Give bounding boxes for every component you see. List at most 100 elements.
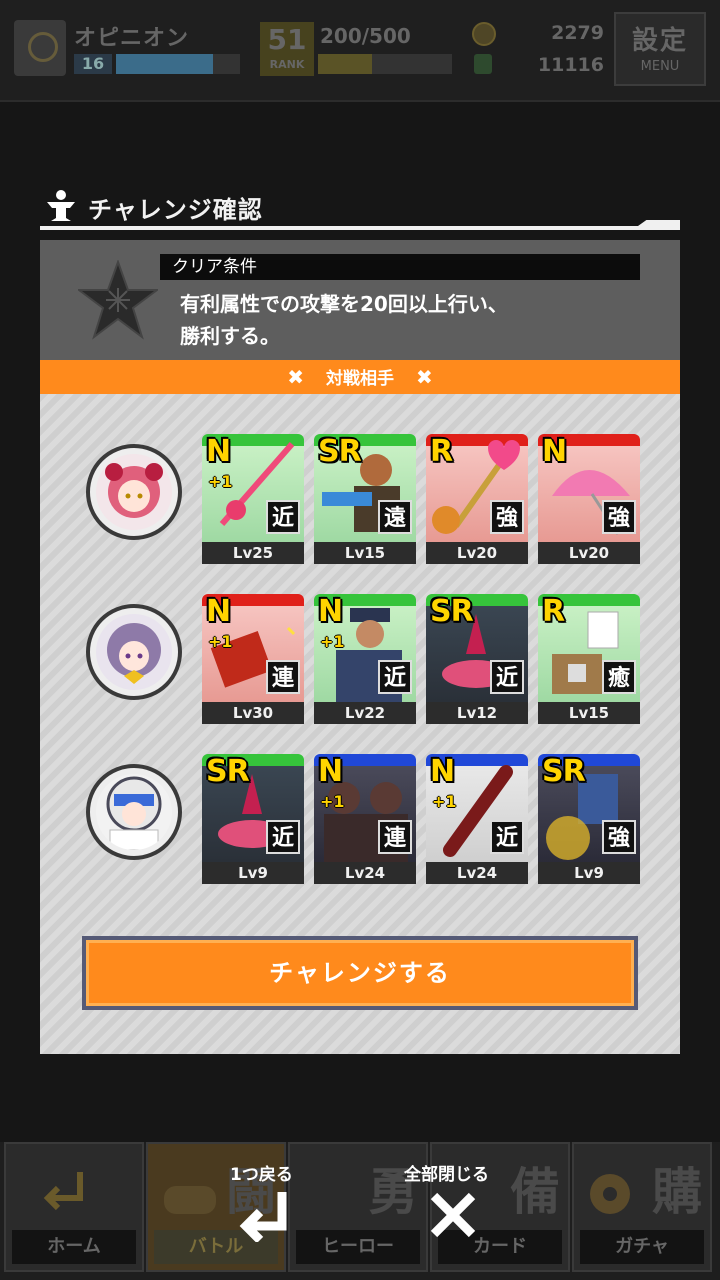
status-bar: オピニオン 16 51 RANK 200/500 2279 11116 設定 M… bbox=[0, 0, 720, 102]
opponent-card[interactable]: SR 遠 Lv15 bbox=[314, 434, 416, 564]
close-icon[interactable] bbox=[428, 1190, 478, 1240]
nav-home[interactable]: ホーム bbox=[4, 1142, 144, 1272]
card-level: Lv30 bbox=[202, 702, 304, 724]
opponent-card[interactable]: N +1 連 Lv30 bbox=[202, 594, 304, 724]
clear-condition-label: クリア条件 bbox=[160, 254, 640, 280]
card-plus: +1 bbox=[208, 472, 233, 491]
player-avatar[interactable] bbox=[14, 20, 66, 76]
return-icon bbox=[43, 1172, 83, 1211]
lightbulb-icon bbox=[28, 32, 58, 62]
opponents-header: ✖ 対戦相手 ✖ bbox=[40, 360, 680, 394]
close-all-label: 全部閉じる bbox=[404, 1165, 489, 1185]
challenge-button[interactable]: チャレンジする bbox=[82, 936, 638, 1010]
card-type: 強 bbox=[602, 820, 636, 854]
card-plus: +1 bbox=[208, 632, 233, 651]
opponent-card[interactable]: N 強 Lv20 bbox=[538, 434, 640, 564]
card-type: 近 bbox=[490, 660, 524, 694]
card-rarity: N bbox=[318, 754, 343, 789]
rank-badge: 51 RANK bbox=[260, 22, 314, 76]
card-level: Lv15 bbox=[538, 702, 640, 724]
card-rarity: N bbox=[430, 754, 455, 789]
nav-hero-label: ヒーロー bbox=[296, 1230, 420, 1264]
card-rarity: SR bbox=[542, 754, 586, 789]
nav-card-kanji: 備 bbox=[510, 1163, 560, 1221]
card-rarity: N bbox=[318, 594, 343, 629]
nav-gacha-kanji: 購 bbox=[652, 1163, 702, 1221]
cross-icon: ✖ bbox=[287, 365, 304, 389]
opponent-card[interactable]: SR 強 Lv9 bbox=[538, 754, 640, 884]
opponent-card[interactable]: N +1 近 Lv22 bbox=[314, 594, 416, 724]
astronaut-girl-portrait bbox=[96, 774, 172, 850]
nav-gacha-label: ガチャ bbox=[580, 1230, 704, 1264]
player-level: 16 bbox=[74, 54, 112, 74]
player-name: オピニオン bbox=[74, 26, 190, 51]
opponent-portrait-3[interactable] bbox=[86, 764, 182, 860]
purple-haired-girl-portrait bbox=[96, 614, 172, 690]
card-level: Lv22 bbox=[314, 702, 416, 724]
opponent-card[interactable]: N +1 連 Lv24 bbox=[314, 754, 416, 884]
card-type: 連 bbox=[378, 820, 412, 854]
back-one-label: 1つ戻る bbox=[230, 1165, 293, 1185]
menu-button-label: MENU bbox=[640, 59, 680, 74]
card-type: 近 bbox=[490, 820, 524, 854]
card-type: 近 bbox=[378, 660, 412, 694]
card-level: Lv12 bbox=[426, 702, 528, 724]
card-rarity: SR bbox=[318, 434, 362, 469]
opponent-card[interactable]: R 強 Lv20 bbox=[426, 434, 528, 564]
gem-icon bbox=[474, 54, 492, 74]
cross-icon: ✖ bbox=[416, 365, 433, 389]
opponent-card[interactable]: R 癒 Lv15 bbox=[538, 594, 640, 724]
card-level: Lv20 bbox=[426, 542, 528, 564]
stamina-text: 200/500 bbox=[320, 24, 411, 48]
back-arrow-icon[interactable] bbox=[238, 1186, 298, 1242]
title-underline bbox=[40, 226, 680, 230]
rank-label: RANK bbox=[269, 58, 305, 71]
card-type: 癒 bbox=[602, 660, 636, 694]
opponent-card[interactable]: N +1 近 Lv24 bbox=[426, 754, 528, 884]
card-level: Lv9 bbox=[202, 862, 304, 884]
opponent-card[interactable]: N +1 近 Lv25 bbox=[202, 434, 304, 564]
coin-icon bbox=[472, 22, 496, 46]
opponent-portrait-1[interactable] bbox=[86, 444, 182, 540]
gamepad-icon bbox=[164, 1186, 216, 1214]
menu-button-kanji: 設定 bbox=[631, 26, 688, 56]
card-type: 近 bbox=[266, 820, 300, 854]
card-rarity: R bbox=[430, 434, 453, 469]
card-type: 強 bbox=[602, 500, 636, 534]
clear-condition-line1: 有利属性での攻撃を20回以上行い、 bbox=[180, 292, 508, 316]
clear-condition-text: 有利属性での攻撃を20回以上行い、 勝利する。 bbox=[180, 288, 650, 352]
rank-number: 51 bbox=[267, 23, 307, 56]
dialog-title: チャレンジ確認 bbox=[88, 196, 263, 224]
card-level: Lv9 bbox=[538, 862, 640, 884]
bottom-nav: ホーム 闘 バトル 勇 ヒーロー 備 カード 購 ガチャ bbox=[0, 1142, 720, 1280]
card-level: Lv24 bbox=[314, 862, 416, 884]
card-level: Lv15 bbox=[314, 542, 416, 564]
card-rarity: N bbox=[542, 434, 567, 469]
exp-bar bbox=[116, 54, 240, 74]
opponents-label: 対戦相手 bbox=[326, 369, 394, 389]
card-type: 連 bbox=[266, 660, 300, 694]
card-plus: +1 bbox=[432, 792, 457, 811]
exp-bar-fill bbox=[116, 54, 213, 74]
card-rarity: SR bbox=[430, 594, 474, 629]
nav-home-label: ホーム bbox=[12, 1230, 136, 1264]
nav-gacha[interactable]: 購 ガチャ bbox=[572, 1142, 712, 1272]
dialog-header: チャレンジ確認 bbox=[40, 184, 680, 230]
clear-condition-line2: 勝利する。 bbox=[180, 324, 280, 348]
gem-count: 11116 bbox=[537, 54, 604, 76]
opponent-portrait-2[interactable] bbox=[86, 604, 182, 700]
menu-button[interactable]: 設定 MENU bbox=[614, 12, 706, 86]
opponent-card[interactable]: SR 近 Lv9 bbox=[202, 754, 304, 884]
card-type: 遠 bbox=[378, 500, 412, 534]
card-plus: +1 bbox=[320, 632, 345, 651]
pink-haired-girl-portrait bbox=[96, 454, 172, 530]
card-plus: +1 bbox=[320, 792, 345, 811]
card-level: Lv24 bbox=[426, 862, 528, 884]
clear-condition-box: クリア条件 有利属性での攻撃を20回以上行い、 勝利する。 bbox=[40, 240, 680, 360]
card-type: 近 bbox=[266, 500, 300, 534]
card-rarity: N bbox=[206, 594, 231, 629]
star-icon bbox=[78, 260, 158, 340]
opponent-card[interactable]: SR 近 Lv12 bbox=[426, 594, 528, 724]
card-level: Lv20 bbox=[538, 542, 640, 564]
card-type: 強 bbox=[490, 500, 524, 534]
